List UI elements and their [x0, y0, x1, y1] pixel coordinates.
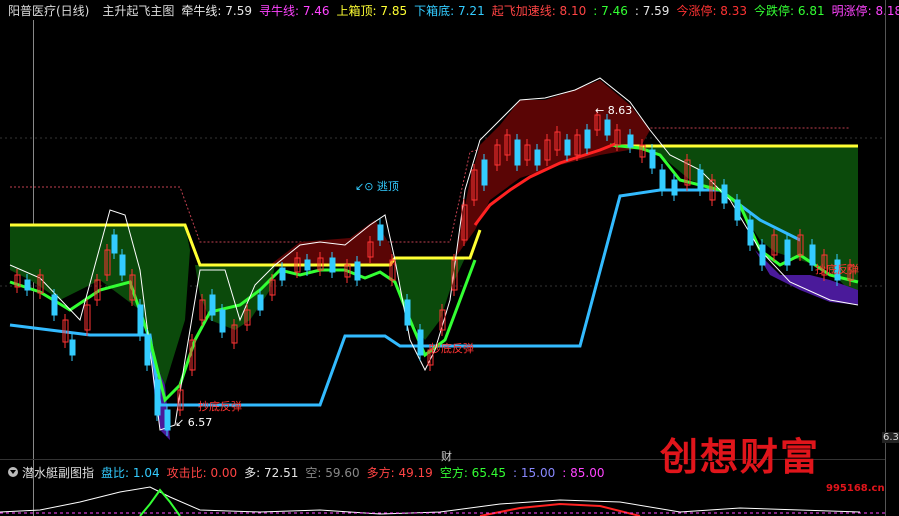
sub-red-arc: [479, 502, 641, 516]
header-value-5: : 7.46: [593, 3, 628, 18]
header-value-7: 今涨停: 8.33: [676, 3, 748, 18]
candle-body-19: [209, 294, 216, 316]
candle-body-15: [164, 409, 171, 431]
candle-body-3: [51, 294, 58, 316]
candle-body-71: [809, 244, 816, 266]
candle-body-35: [404, 299, 411, 326]
candle-body-9: [111, 234, 118, 254]
watermark-url: 995168.cn: [826, 483, 885, 494]
indicator-values: 牵牛线: 7.59 寻牛线: 7.46 上箱顶: 7.85 下箱底: 7.21 起飞加速…: [181, 2, 899, 19]
high-price-label: ← 8.63: [595, 104, 632, 117]
candlestick-chart[interactable]: ← 8.63↙ 6.57↙⊙ 逃顶抄底反弹抄底反弹抄底反弹: [0, 20, 885, 448]
candle-body-54: [604, 119, 611, 136]
green-fill-1: [10, 225, 190, 385]
candle-body-33: [377, 224, 384, 241]
header-value-1: 寻牛线: 7.46: [258, 3, 330, 18]
candle-body-13: [144, 334, 151, 366]
candle-body-65: [734, 199, 741, 221]
candle-body-31: [354, 261, 361, 281]
sub-value-4: 多方: 49.19: [366, 465, 433, 480]
sub-indicator-menu-icon[interactable]: [8, 467, 18, 477]
candle-body-27: [304, 259, 311, 271]
candle-body-69: [784, 239, 791, 266]
candle-body-45: [514, 139, 521, 166]
header-value-4: 起飞加速线: 8.10: [491, 3, 587, 18]
candle-body-10: [119, 254, 126, 276]
candle-body-42: [481, 159, 488, 186]
low-price-label: ↙ 6.57: [175, 416, 212, 429]
candle-body-62: [697, 169, 704, 191]
candle-body-25: [279, 267, 286, 281]
candle-body-14: [154, 379, 161, 416]
candle-body-59: [659, 169, 666, 191]
sub-value-7: : 85.00: [562, 465, 605, 480]
sub-value-2: 多: 72.51: [244, 465, 299, 480]
bottom-rebound-label-1: 抄底反弹: [198, 399, 242, 413]
candle-body-29: [329, 257, 336, 273]
candle-body-20: [219, 309, 226, 333]
candle-body-56: [627, 134, 634, 148]
candle-body-12: [137, 304, 144, 336]
watermark-logo: 创想财富: [660, 434, 821, 479]
candle-body-67: [759, 244, 766, 266]
bottom-rebound-label-3: 抄底反弹: [815, 262, 859, 276]
bottom-rebound-label-2: 抄底反弹: [430, 341, 474, 355]
sub-value-5: 空方: 65.45: [439, 465, 507, 480]
sub-value-0: 盘比: 1.04: [101, 465, 160, 480]
sub-indicator-name[interactable]: 潜水艇副图指: [22, 464, 94, 481]
stock-name: 阳普医疗(日线): [8, 3, 90, 18]
header-value-3: 下箱底: 7.21: [414, 3, 485, 18]
sub-value-3: 空: 59.60: [305, 465, 360, 480]
escape-top-label: ↙⊙ 逃顶: [355, 180, 399, 193]
candle-body-1: [24, 279, 31, 291]
candle-body-66: [747, 219, 754, 246]
candle-body-47: [534, 149, 541, 166]
candle-body-50: [564, 139, 571, 156]
candle-body-60: [671, 179, 678, 196]
sub-value-6: : 15.00: [513, 465, 556, 480]
header-value-6: : 7.59: [634, 3, 670, 18]
candle-body-23: [257, 294, 264, 311]
header-value-0: 牵牛线: 7.59: [181, 3, 252, 18]
main-indicator-header: 阳普医疗(日线) 主升起飞主图 牵牛线: 7.59 寻牛线: 7.46 上箱顶: 7…: [0, 0, 899, 20]
header-value-2: 上箱顶: 7.85: [336, 3, 408, 18]
candle-body-36: [417, 329, 424, 356]
header-value-8: 今跌停: 6.81: [754, 3, 825, 18]
sub-value-1: 攻击比: 0.00: [166, 465, 238, 480]
candle-body-64: [721, 184, 728, 204]
indicator-name[interactable]: 主升起飞主图: [102, 2, 174, 19]
sub-green-arc: [139, 488, 181, 516]
candle-body-5: [69, 339, 76, 356]
submarine-sub-chart[interactable]: [0, 482, 885, 516]
candle-body-58: [649, 149, 656, 169]
sub-white-line: [0, 486, 861, 515]
price-axis-label: 6.3: [882, 432, 899, 443]
candle-body-52: [584, 129, 591, 149]
sub-indicator-values: 盘比: 1.04 攻击比: 0.00 多: 72.51 空: 59.60 多方: 49.…: [101, 464, 611, 481]
